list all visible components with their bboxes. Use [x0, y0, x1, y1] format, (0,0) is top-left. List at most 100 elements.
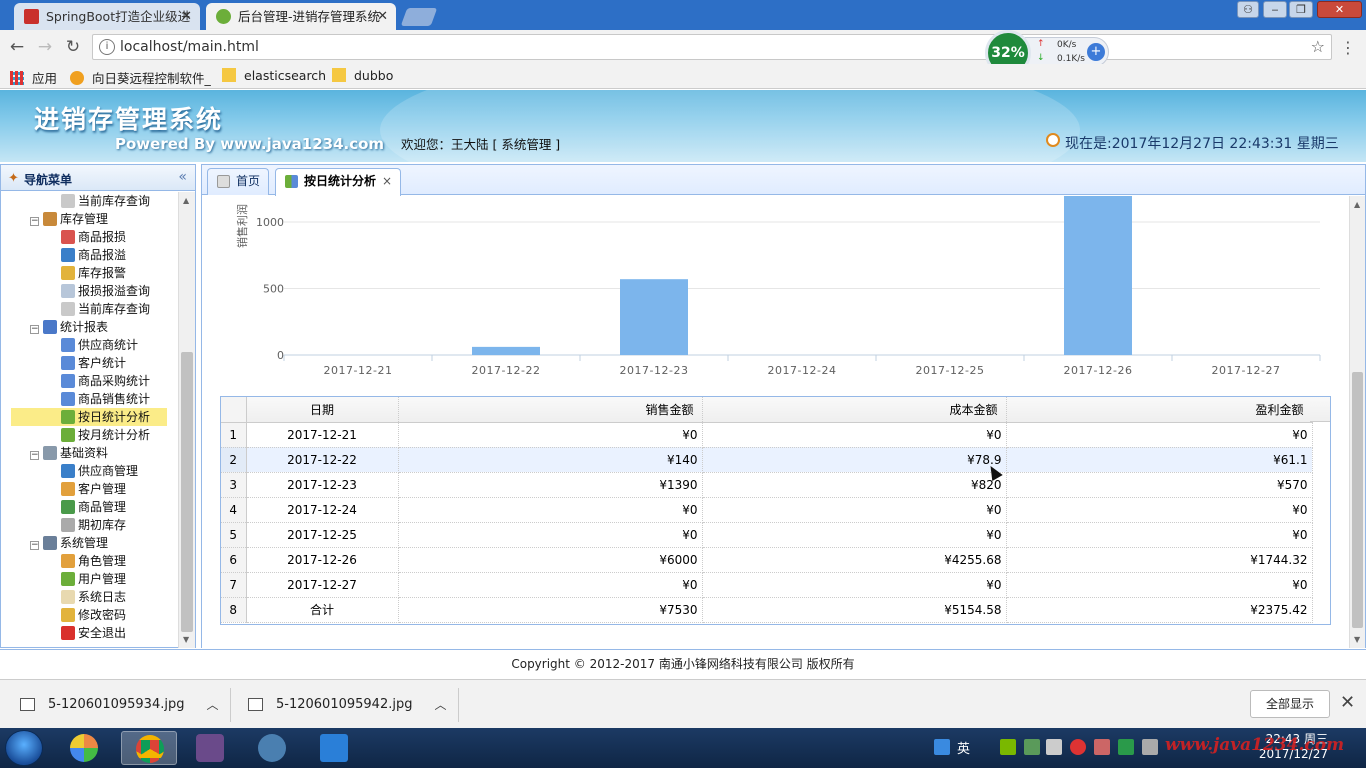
sidebar-item[interactable]: 商品报溢: [61, 246, 126, 264]
sidebar-item[interactable]: − 系统管理: [30, 534, 108, 552]
window-close-button[interactable]: ✕: [1317, 1, 1362, 18]
tab-home[interactable]: 首页: [207, 168, 270, 195]
table-row[interactable]: 1 2017-12-21 ¥0 ¥0 ¥0: [221, 422, 1313, 448]
sidebar-item[interactable]: 客户管理: [61, 480, 126, 498]
x-tick-label: 2017-12-26: [1064, 364, 1133, 377]
sidebar-item[interactable]: 当前库存查询: [61, 300, 150, 318]
table-row[interactable]: 4 2017-12-24 ¥0 ¥0 ¥0: [221, 497, 1313, 523]
chevron-up-icon[interactable]: ︿: [434, 688, 446, 722]
bookmark-elasticsearch[interactable]: elasticsearch: [222, 68, 326, 83]
scroll-down-icon[interactable]: ▼: [183, 635, 189, 644]
windows-start-icon[interactable]: [5, 730, 43, 766]
sidebar-item[interactable]: 商品管理: [61, 498, 126, 516]
sidebar-scrollbar[interactable]: ▲ ▼: [178, 192, 195, 648]
sidebar-item[interactable]: 安全退出: [61, 624, 126, 642]
user-icon[interactable]: ⚇: [1237, 1, 1259, 18]
table-row[interactable]: 7 2017-12-27 ¥0 ¥0 ¥0: [221, 572, 1313, 598]
taskbar-app[interactable]: [182, 731, 238, 765]
table-cell: 2017-12-23: [246, 472, 399, 498]
ime-indicator[interactable]: 英: [957, 738, 970, 757]
taskbar-app[interactable]: [306, 731, 362, 765]
minimize-button[interactable]: ‒: [1263, 1, 1287, 18]
taskbar-app[interactable]: [56, 731, 112, 765]
table-row[interactable]: 2 2017-12-22 ¥140 ¥78.9 ¥61.1: [221, 447, 1313, 473]
sidebar-item[interactable]: 按日统计分析: [11, 408, 167, 426]
sidebar-item[interactable]: 修改密码: [61, 606, 126, 624]
bookmark-dubbo[interactable]: dubbo: [332, 68, 393, 83]
shield-icon[interactable]: [1118, 739, 1134, 755]
sidebar-item[interactable]: 报损报溢查询: [61, 282, 150, 300]
table-row[interactable]: 6 2017-12-26 ¥6000 ¥4255.68 ¥1744.32: [221, 547, 1313, 573]
tree-collapse-icon[interactable]: −: [30, 325, 39, 334]
close-download-bar-icon[interactable]: ✕: [1340, 692, 1355, 713]
sidebar-item[interactable]: 按月统计分析: [61, 426, 150, 444]
sidebar-item[interactable]: 商品采购统计: [61, 372, 150, 390]
tray-icon[interactable]: [1070, 739, 1086, 755]
close-tab-icon[interactable]: ✕: [377, 3, 388, 30]
download-item[interactable]: 5-120601095942.jpg ︿: [228, 688, 446, 722]
sidebar-item[interactable]: 客户统计: [61, 354, 126, 372]
maximize-button[interactable]: ❐: [1289, 1, 1313, 18]
back-arrow-icon[interactable]: ←: [6, 36, 28, 58]
browser-tab-springboot[interactable]: SpringBoot打造企业级进 ✕: [14, 3, 200, 30]
chevron-up-icon[interactable]: ︿: [206, 688, 218, 722]
url-input[interactable]: i localhost/main.html ☆: [92, 34, 1332, 60]
sidebar-item[interactable]: 用户管理: [61, 570, 126, 588]
scroll-down-icon[interactable]: ▼: [1354, 635, 1360, 644]
scroll-thumb[interactable]: [181, 352, 193, 632]
sidebar-item[interactable]: 供应商统计: [61, 336, 138, 354]
reload-icon[interactable]: ↻: [62, 36, 84, 58]
sidebar-item[interactable]: 商品销售统计: [61, 390, 150, 408]
network-icon[interactable]: [1142, 739, 1158, 755]
sidebar-item[interactable]: − 库存管理: [30, 210, 108, 228]
bookmark-star-icon[interactable]: ☆: [1311, 37, 1325, 56]
sidebar-item[interactable]: 角色管理: [61, 552, 126, 570]
table-row[interactable]: 8 合计 ¥7530 ¥5154.58 ¥2375.42: [221, 597, 1313, 623]
download-item[interactable]: 5-120601095934.jpg ︿: [0, 688, 218, 722]
browser-tab-admin[interactable]: 后台管理-进销存管理系统 ✕: [206, 3, 396, 30]
info-icon[interactable]: i: [99, 39, 115, 55]
sidebar-item[interactable]: − 基础资料: [30, 444, 108, 462]
sidebar-item[interactable]: 供应商管理: [61, 462, 138, 480]
tree-collapse-icon[interactable]: −: [30, 217, 39, 226]
search-tray-icon[interactable]: [934, 739, 950, 755]
bookmark-sunflower[interactable]: 向日葵远程控制软件_: [70, 68, 211, 87]
tray-icon[interactable]: [1046, 739, 1062, 755]
bookmark-apps[interactable]: 应用: [10, 68, 57, 87]
taskbar-app[interactable]: [244, 731, 300, 765]
new-tab-button[interactable]: [400, 8, 438, 26]
sidebar-item-label: 供应商统计: [78, 338, 139, 352]
forward-arrow-icon[interactable]: →: [34, 36, 56, 58]
collapse-icon[interactable]: «: [178, 169, 187, 185]
content-scrollbar[interactable]: ▲ ▼: [1349, 196, 1365, 648]
col-profit[interactable]: 盈利金额: [1006, 397, 1313, 423]
sidebar-item[interactable]: − 统计报表: [30, 318, 108, 336]
sidebar-item[interactable]: 当前库存查询: [61, 192, 150, 210]
scroll-up-icon[interactable]: ▲: [1354, 200, 1360, 209]
col-sales[interactable]: 销售金额: [398, 397, 703, 423]
close-tab-icon[interactable]: ×: [382, 174, 392, 188]
nvidia-icon[interactable]: [1000, 739, 1016, 755]
show-all-button[interactable]: 全部显示: [1250, 690, 1330, 718]
table-row[interactable]: 3 2017-12-23 ¥1390 ¥820 ¥570: [221, 472, 1313, 498]
scroll-thumb[interactable]: [1352, 372, 1363, 628]
scroll-up-icon[interactable]: ▲: [183, 196, 189, 205]
y-tick-label: 0: [277, 349, 284, 362]
col-cost[interactable]: 成本金额: [702, 397, 1007, 423]
table-row[interactable]: 5 2017-12-25 ¥0 ¥0 ¥0: [221, 522, 1313, 548]
close-tab-icon[interactable]: ✕: [181, 3, 192, 30]
taskbar-app[interactable]: [121, 731, 177, 765]
sidebar-item[interactable]: 系统日志: [61, 588, 126, 606]
tab-daily-stats[interactable]: 按日统计分析 ×: [275, 168, 402, 196]
menu-dots-icon[interactable]: ⋮: [1340, 38, 1356, 57]
col-date[interactable]: 日期: [246, 397, 399, 423]
tray-icon[interactable]: [1094, 739, 1110, 755]
tray-icon[interactable]: [1024, 739, 1040, 755]
sidebar-item-label: 报损报溢查询: [78, 284, 151, 298]
sidebar-item[interactable]: 库存报警: [61, 264, 126, 282]
tree-collapse-icon[interactable]: −: [30, 451, 39, 460]
sidebar-item[interactable]: 商品报损: [61, 228, 126, 246]
speed-plus-icon[interactable]: +: [1087, 43, 1105, 61]
sidebar-item[interactable]: 期初库存: [61, 516, 126, 534]
tree-collapse-icon[interactable]: −: [30, 541, 39, 550]
